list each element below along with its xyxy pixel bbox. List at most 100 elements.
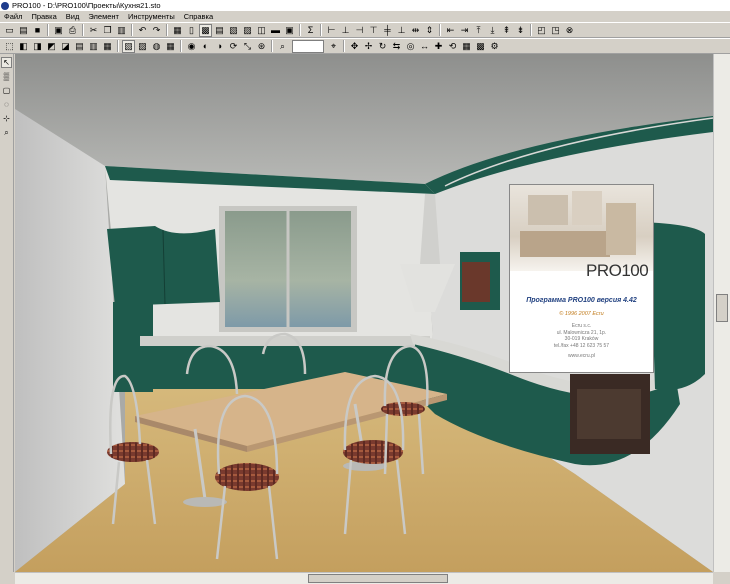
cabinet-icon[interactable]: ◧ [17, 40, 30, 53]
distribute-h-icon[interactable]: ⇹ [409, 24, 422, 37]
snap-left-icon[interactable]: ⇤ [444, 24, 457, 37]
horizontal-scrollbar[interactable] [15, 572, 713, 584]
camera-icon[interactable]: ▬ [269, 24, 282, 37]
select-arrow-icon[interactable]: ↖ [1, 57, 12, 68]
snap-back-icon[interactable]: ⇟ [514, 24, 527, 37]
view-persp-icon[interactable]: ▩ [199, 23, 212, 37]
menu-item-3[interactable]: Элемент [84, 12, 124, 21]
menu-item-4[interactable]: Инструменты [124, 12, 180, 21]
ungroup-icon[interactable]: ◳ [549, 24, 562, 37]
box-icon[interactable]: ⬚ [3, 40, 16, 53]
leg-icon[interactable]: ▦ [101, 40, 114, 53]
zoom-icon[interactable]: ⌕ [276, 40, 289, 53]
texture-icon[interactable]: ▨ [136, 40, 149, 53]
view-front-icon[interactable]: ▯ [185, 24, 198, 37]
print-icon[interactable]: ⎙ [66, 24, 79, 37]
light-icon[interactable]: ▣ [283, 24, 296, 37]
align-bottom-icon[interactable]: ⊥ [395, 24, 408, 37]
menu-item-5[interactable]: Справка [180, 12, 218, 21]
snap-right-icon[interactable]: ⇥ [458, 24, 471, 37]
undo-icon[interactable]: ↶ [136, 24, 149, 37]
copy-icon[interactable]: ❐ [101, 24, 114, 37]
snap-front-icon[interactable]: ⇞ [500, 24, 513, 37]
material-icon[interactable]: ▧ [122, 39, 135, 53]
shelf-icon[interactable]: ▤ [73, 40, 86, 53]
menu-item-2[interactable]: Вид [62, 12, 85, 21]
scale-icon[interactable]: ⤡ [241, 40, 254, 53]
zoom-fit-icon[interactable]: ⌖ [327, 40, 340, 53]
measure-icon[interactable]: ↔ [418, 40, 431, 53]
menu-item-1[interactable]: Правка [27, 12, 61, 21]
snap-down-icon[interactable]: ⤓ [486, 24, 499, 37]
toolbar-separator [343, 40, 345, 52]
panel-icon[interactable]: ◨ [31, 40, 44, 53]
toolbar-separator [320, 24, 322, 36]
settings-icon[interactable]: ⚙ [488, 40, 501, 53]
pin-icon[interactable]: ✚ [432, 40, 445, 53]
splash-version: Программа PRO100 версия 4.42 [526, 297, 637, 304]
rotate-icon[interactable]: ⟳ [227, 40, 240, 53]
group-icon[interactable]: ◰ [535, 24, 548, 37]
app-icon [1, 1, 9, 10]
menu-item-0[interactable]: Файл [0, 12, 27, 21]
print-preview-icon[interactable]: ▣ [52, 24, 65, 37]
horizontal-scroll-thumb[interactable] [308, 574, 448, 583]
toolbar-separator [271, 40, 273, 52]
toolbar-separator [180, 40, 182, 52]
align-left-icon[interactable]: ⊢ [325, 24, 338, 37]
eye-icon[interactable]: ◎ [404, 40, 417, 53]
wireframe-icon[interactable]: ▦ [164, 40, 177, 53]
magnifier-icon[interactable]: ⌕ [1, 127, 12, 138]
view-axon-icon[interactable]: ◫ [255, 24, 268, 37]
stop-icon[interactable]: ⊗ [563, 24, 576, 37]
drawer-icon[interactable]: ◪ [59, 40, 72, 53]
cut-icon[interactable]: ✂ [87, 24, 100, 37]
render-icon[interactable]: ◉ [185, 40, 198, 53]
grid-icon[interactable]: ▦ [460, 40, 473, 53]
sum-icon[interactable]: Σ [304, 24, 317, 37]
toolbar-separator [299, 24, 301, 36]
window-title-bar: PRO100 - D:\PRO100\Проекты\Кухня21.sto [0, 0, 730, 11]
rect-select-icon[interactable]: ▢ [1, 85, 12, 96]
hatch-icon[interactable]: ▒ [1, 71, 12, 82]
toolbar-separator [117, 40, 119, 52]
view-right-icon[interactable]: ▨ [241, 24, 254, 37]
view-left-icon[interactable]: ▧ [227, 24, 240, 37]
align-right-icon[interactable]: ⊣ [353, 24, 366, 37]
handle-icon[interactable]: ▥ [87, 40, 100, 53]
lock-icon[interactable]: ▩ [474, 40, 487, 53]
node-icon[interactable]: ⊹ [1, 113, 12, 124]
stop2-icon[interactable]: ⊛ [255, 40, 268, 53]
color-icon[interactable]: ◍ [150, 40, 163, 53]
paste-icon[interactable]: ▥ [115, 24, 128, 37]
align-middle-icon[interactable]: ╪ [381, 24, 394, 37]
zoom-input[interactable] [292, 39, 324, 53]
align-top-icon[interactable]: ⊤ [367, 24, 380, 37]
mirror-icon[interactable]: ◑ [213, 40, 226, 53]
door-icon[interactable]: ◩ [45, 40, 58, 53]
redo-icon[interactable]: ↷ [150, 24, 163, 37]
toolbar-separator [166, 24, 168, 36]
orbit-icon[interactable]: ↻ [376, 40, 389, 53]
lasso-icon[interactable]: ◌ [1, 99, 12, 110]
window-title: PRO100 - D:\PRO100\Проекты\Кухня21.sto [12, 1, 161, 10]
new-icon[interactable]: ▭ [3, 24, 16, 37]
toolbar-separator [530, 24, 532, 36]
distribute-v-icon[interactable]: ⇕ [423, 24, 436, 37]
open-icon[interactable]: ▤ [17, 24, 30, 37]
save-icon[interactable]: ■ [31, 24, 44, 37]
vertical-scroll-thumb[interactable] [716, 294, 728, 322]
snap-up-icon[interactable]: ⤒ [472, 24, 485, 37]
view-top-icon[interactable]: ▤ [213, 24, 226, 37]
shade-icon[interactable]: ◐ [199, 40, 212, 53]
align-center-icon[interactable]: ⊥ [339, 24, 352, 37]
edit-toolbar: ⬚ ◧ ◨ ◩ ◪ ▤ ▥ ▦ ▧ ▨ ◍ ▦ ◉ ◐ ◑ ⟳ ⤡ ⊛ ⌕ ⌖ ✥ ✢ ↻ ⇆ ◎ ↔ ✚ ⟲ ▦ ▩ ⚙ [0, 38, 730, 54]
toolbar-separator [47, 24, 49, 36]
about-splash[interactable]: PRO100 Программа PRO100 версия 4.42 © 19… [509, 184, 654, 373]
pan-icon[interactable]: ✢ [362, 40, 375, 53]
library-icon[interactable]: ▦ [171, 24, 184, 37]
move-icon[interactable]: ✥ [348, 40, 361, 53]
walk-icon[interactable]: ⇆ [390, 40, 403, 53]
refresh-icon[interactable]: ⟲ [446, 40, 459, 53]
vertical-scrollbar[interactable] [713, 54, 730, 572]
